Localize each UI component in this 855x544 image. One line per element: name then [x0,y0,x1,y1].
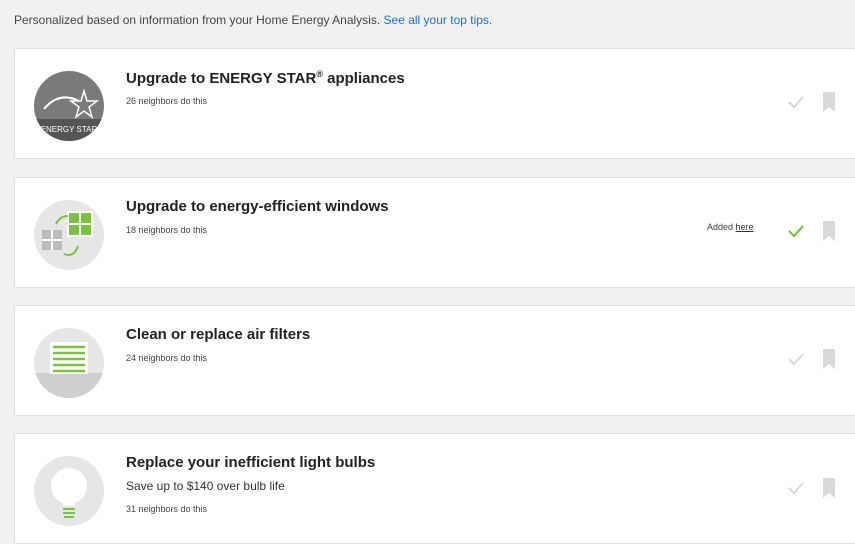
energy-star-icon-label: ENERGY STAR [41,125,98,134]
bookmark-icon[interactable] [823,349,835,369]
bookmark-icon[interactable] [823,92,835,112]
tip-title[interactable]: Replace your inefficient light bulbs [126,454,375,471]
energy-star-icon: ENERGY STAR [34,71,104,141]
check-icon[interactable] [787,95,805,109]
check-icon[interactable] [787,352,805,366]
check-icon[interactable] [787,481,805,495]
tip-card-energy-star[interactable]: ENERGY STAR Upgrade to ENERGY STAR® appl… [14,48,855,159]
tip-title[interactable]: Upgrade to ENERGY STAR® appliances [126,69,405,87]
neighbors-count: 24 neighbors do this [126,353,208,363]
added-here-link[interactable]: here [736,222,754,232]
tip-card-air-filters[interactable]: Clean or replace air filters 24 neighbor… [14,305,855,416]
check-icon[interactable] [787,224,805,238]
bookmark-icon[interactable] [823,478,835,498]
tip-title[interactable]: Clean or replace air filters [126,326,310,343]
tip-card-windows[interactable]: Upgrade to energy-efficient windows 18 n… [14,177,855,288]
intro-label: Personalized based on information from y… [14,13,381,27]
bookmark-icon[interactable] [823,221,835,241]
neighbors-count: 18 neighbors do this [126,225,208,235]
light-bulb-icon [34,456,104,526]
neighbors-count: 26 neighbors do this [126,96,208,106]
tip-title[interactable]: Upgrade to energy-efficient windows [126,198,389,215]
windows-icon [34,200,104,270]
air-filter-icon [34,328,104,398]
tip-savings: Save up to $140 over bulb life [126,479,285,493]
neighbors-count: 31 neighbors do this [126,504,208,514]
added-status: Added here [707,222,754,232]
see-all-tips-link[interactable]: See all your top tips. [384,13,493,27]
intro-text: Personalized based on information from y… [14,13,492,27]
tip-card-light-bulbs[interactable]: Replace your inefficient light bulbs Sav… [14,433,855,544]
